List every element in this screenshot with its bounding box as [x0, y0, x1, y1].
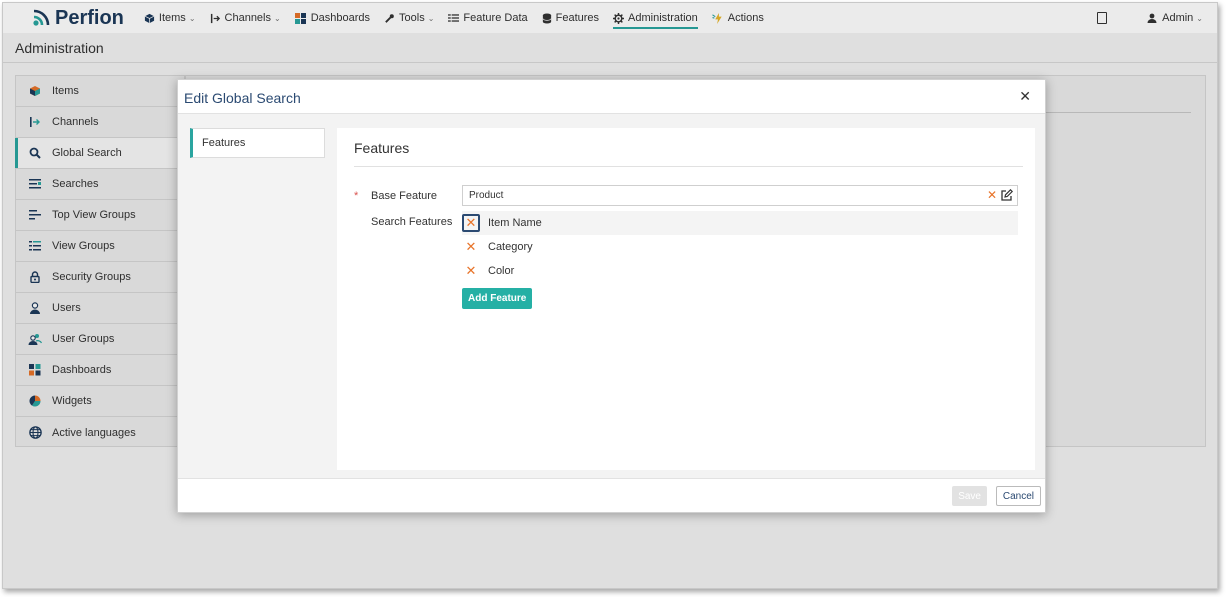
edit-global-search-dialog: Edit Global Search ✕ Features Features *… [177, 79, 1046, 513]
list-item: ✕ Item Name [462, 211, 1018, 235]
save-button[interactable]: Save [952, 486, 987, 506]
list-item: ✕ Color [462, 259, 1018, 283]
base-feature-label: Base Feature [371, 190, 438, 202]
dialog-tabs: Features [190, 128, 325, 158]
edit-icon[interactable] [1000, 188, 1014, 207]
remove-icon[interactable]: ✕ [462, 238, 480, 256]
list-item: ✕ Category [462, 235, 1018, 259]
required-marker: * [354, 190, 359, 202]
remove-icon[interactable]: ✕ [462, 262, 480, 280]
section-title: Features [354, 140, 410, 156]
cancel-button[interactable]: Cancel [995, 486, 1041, 506]
dialog-title: Edit Global Search [184, 90, 301, 106]
feature-name: Category [488, 241, 533, 253]
app-window: Perfion Items ⌄ Channels ⌄ Dashboards Tool… [2, 2, 1218, 589]
feature-name: Color [488, 265, 515, 277]
clear-icon[interactable]: ✕ [987, 188, 997, 202]
base-feature-field[interactable]: Product ✕ [462, 185, 1018, 206]
base-feature-value: Product [469, 190, 504, 201]
search-features-label: Search Features [371, 216, 453, 228]
remove-icon[interactable]: ✕ [462, 214, 480, 232]
dialog-footer: Save Cancel [178, 478, 1045, 512]
section-divider [354, 166, 1023, 167]
add-feature-button[interactable]: Add Feature [462, 288, 533, 309]
feature-name: Item Name [488, 217, 542, 229]
search-features-list: ✕ Item Name ✕ Category ✕ Color [462, 211, 1018, 283]
features-panel: Features * Base Feature Product ✕ Search… [337, 128, 1035, 470]
close-icon[interactable]: ✕ [1019, 88, 1031, 105]
tab-features[interactable]: Features [190, 128, 325, 158]
dialog-header: Edit Global Search ✕ [178, 80, 1045, 114]
